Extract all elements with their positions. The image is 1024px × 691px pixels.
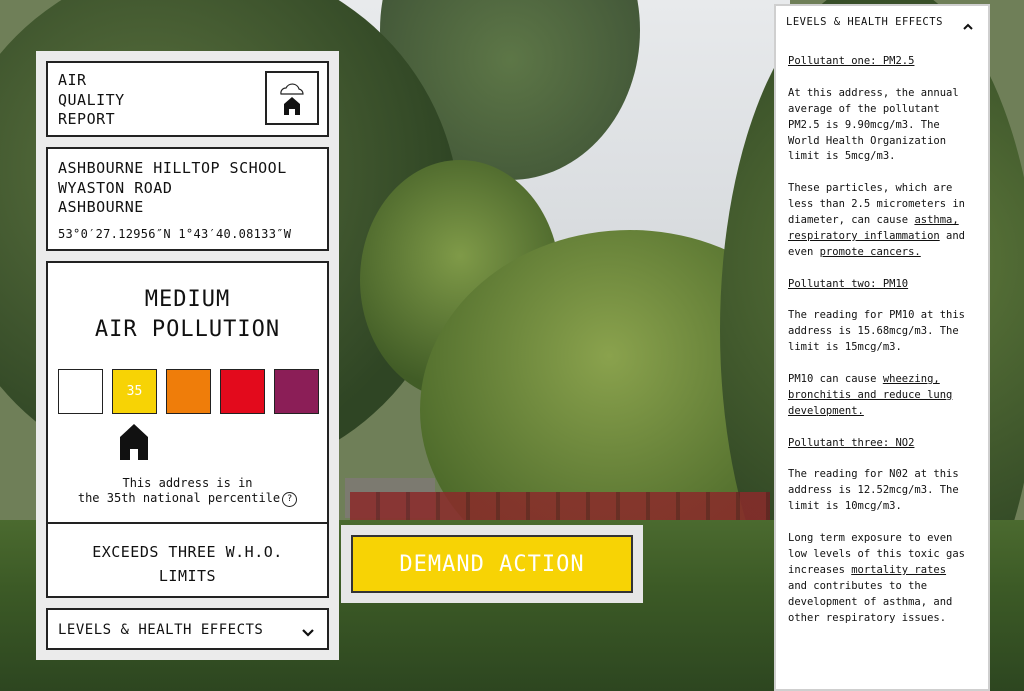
- health-panel-body: Pollutant one: PM2.5 At this address, th…: [788, 54, 968, 642]
- pm25-heading: Pollutant one: PM2.5: [788, 55, 915, 67]
- title-line: QUALITY: [58, 90, 125, 109]
- question-circle-icon[interactable]: ?: [282, 492, 298, 507]
- level-line: MEDIUM: [144, 287, 231, 312]
- address-line: WYASTON ROAD: [58, 178, 173, 197]
- scale-swatch: [220, 369, 265, 414]
- scale-swatch-selected: 35: [112, 369, 157, 414]
- cloud-house-icon: [265, 71, 319, 125]
- address-card: ASHBOURNE HILLTOP SCHOOL WYASTON ROAD AS…: [46, 147, 329, 251]
- chevron-up-icon[interactable]: [962, 16, 974, 35]
- pm10-effects: PM10 can cause wheezing, bronchitis and …: [788, 372, 968, 420]
- address-line: ASHBOURNE: [58, 198, 144, 216]
- no2-reading: The reading for N02 at this address is 1…: [788, 468, 959, 513]
- scale-swatch: [58, 369, 103, 414]
- scale-swatch: [274, 369, 319, 414]
- pm25-effects: These particles, which are less than 2.5…: [788, 181, 968, 261]
- no2-heading: Pollutant three: NO2: [788, 436, 915, 449]
- text: and contributes to the development of as…: [788, 579, 953, 624]
- level-line: AIR POLLUTION: [94, 317, 281, 342]
- address-line: ASHBOURNE HILLTOP SCHOOL: [58, 159, 287, 177]
- pm10-reading: The reading for PM10 at this address is …: [788, 309, 966, 354]
- coordinates: 53°0′27.12956″N 1°43′40.08133″W: [58, 227, 292, 241]
- no2-effects: Long term exposure to even low levels of…: [788, 531, 968, 626]
- who-limits-card: EXCEEDS THREE W.H.O. LIMITS: [46, 522, 329, 598]
- who-limits-text: EXCEEDS THREE W.H.O. LIMITS: [48, 540, 327, 588]
- report-panel: AIR QUALITY REPORT ASHBOURNE HILLTOP SCH…: [36, 51, 339, 660]
- address: ASHBOURNE HILLTOP SCHOOL WYASTON ROAD AS…: [58, 159, 287, 218]
- health-effects-panel: LEVELS & HEALTH EFFECTS Pollutant one: P…: [774, 4, 990, 691]
- scale-swatch: [166, 369, 211, 414]
- title-line: AIR: [58, 71, 87, 89]
- levels-health-effects-toggle[interactable]: LEVELS & HEALTH EFFECTS: [46, 608, 329, 650]
- mortality-link[interactable]: mortality rates: [851, 564, 946, 576]
- pm25-reading: At this address, the annual average of t…: [788, 86, 959, 163]
- pollution-level-card: MEDIUM AIR POLLUTION 35 This address is …: [46, 261, 329, 523]
- limits-line: LIMITS: [158, 567, 217, 585]
- percentile-line: This address is in: [122, 476, 253, 490]
- cancers-link[interactable]: promote cancers.: [820, 246, 921, 258]
- percentile-line: the 35th national percentile?: [48, 491, 327, 507]
- chevron-down-icon: [301, 623, 315, 642]
- report-title-card: AIR QUALITY REPORT: [46, 61, 329, 137]
- toggle-label: LEVELS & HEALTH EFFECTS: [58, 622, 264, 638]
- demand-action-button[interactable]: DEMAND ACTION: [351, 535, 633, 593]
- pm10-heading: Pollutant two: PM10: [788, 277, 909, 290]
- report-title: AIR QUALITY REPORT: [58, 71, 125, 130]
- health-panel-header: LEVELS & HEALTH EFFECTS: [786, 16, 943, 28]
- percentile-line-text: the 35th national percentile: [77, 491, 281, 505]
- limits-line: EXCEEDS THREE W.H.O.: [92, 543, 283, 561]
- title-line: REPORT: [58, 110, 116, 128]
- pollution-level-title: MEDIUM AIR POLLUTION: [48, 285, 327, 345]
- percentile-text: This address is in the 35th national per…: [48, 476, 327, 507]
- house-marker-icon: [118, 423, 150, 465]
- text: PM10 can cause: [788, 373, 883, 386]
- demand-action-container: DEMAND ACTION: [341, 525, 643, 603]
- pollution-scale: 35: [58, 369, 319, 414]
